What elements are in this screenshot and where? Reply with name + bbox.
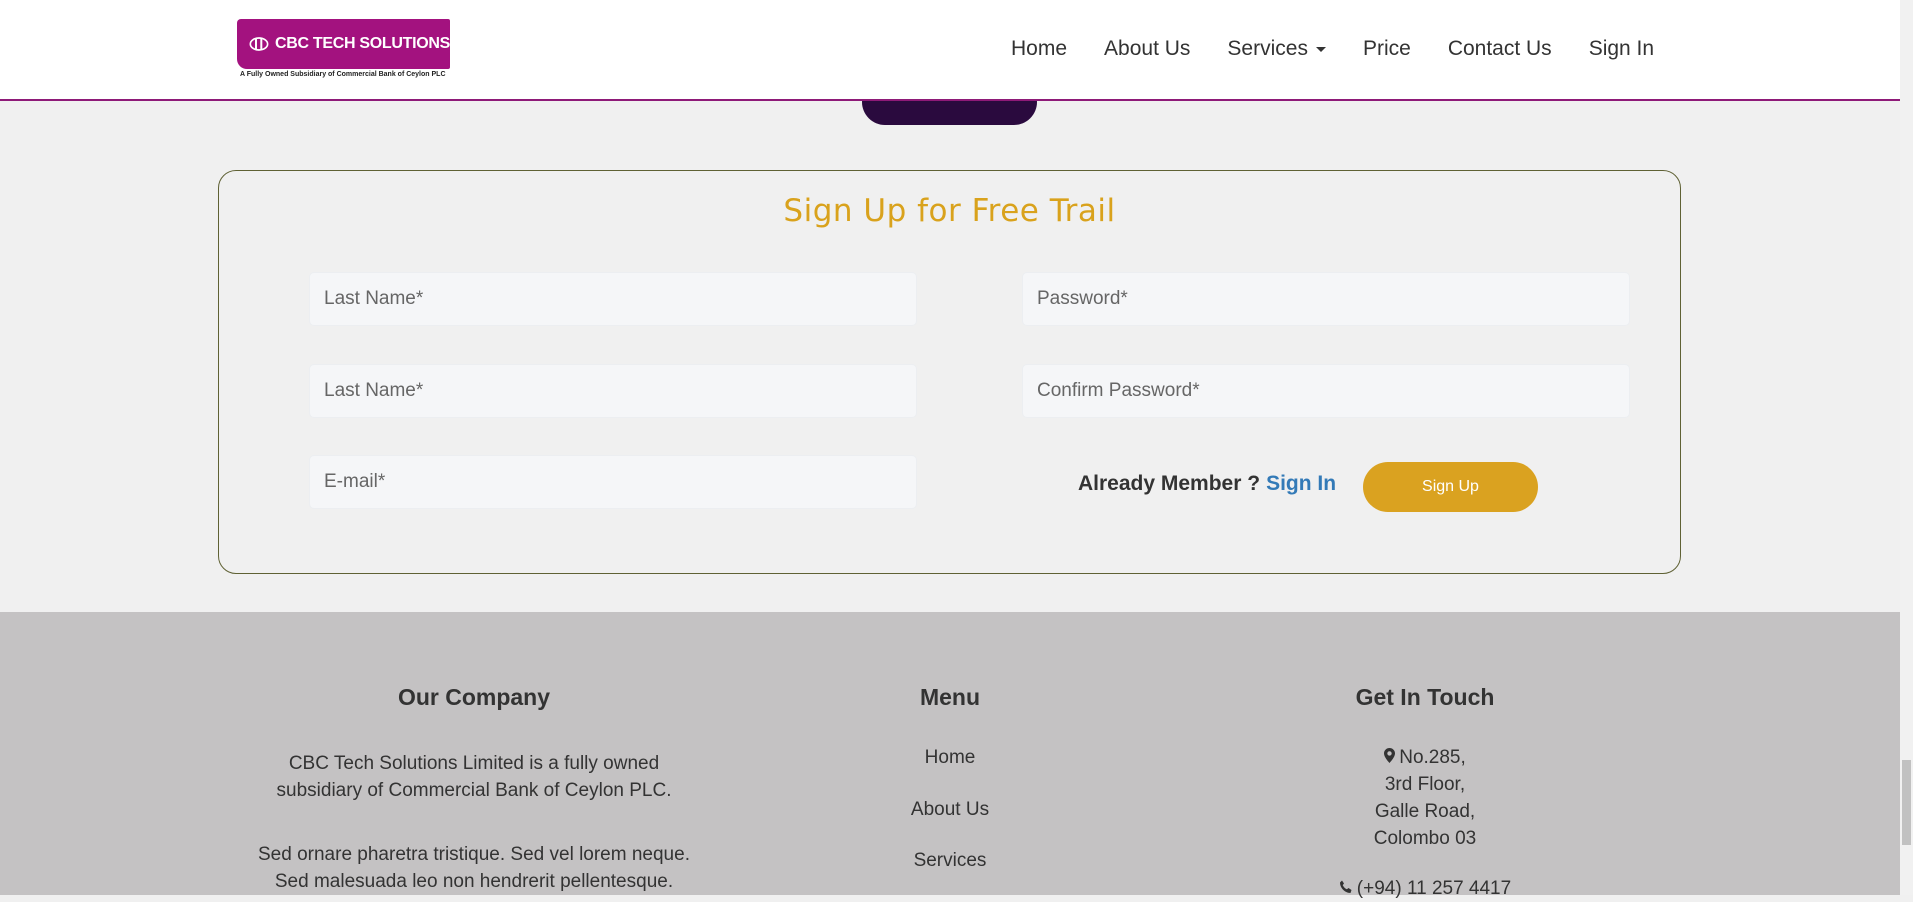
logo-mark-icon bbox=[249, 37, 269, 51]
footer-menu-heading: Menu bbox=[919, 684, 981, 710]
company-lorem-line2: Sed malesuada leo non hendrerit pellente… bbox=[274, 871, 674, 892]
logo-badge: CBC TECH SOLUTIONS bbox=[237, 19, 450, 69]
footer-menu-services[interactable]: Services bbox=[850, 850, 1050, 872]
nav-sign-in[interactable]: Sign In bbox=[1589, 37, 1654, 61]
logo-tagline: A Fully Owned Subsidiary of Commercial B… bbox=[240, 71, 446, 78]
last-name-field[interactable]: Last Name* bbox=[309, 364, 917, 418]
company-description-line2: subsidiary of Commercial Bank of Ceylon … bbox=[276, 780, 672, 801]
page-scrollbar[interactable] bbox=[1900, 0, 1913, 895]
first-name-field[interactable]: Last Name* bbox=[309, 272, 917, 326]
company-description-line1: CBC Tech Solutions Limited is a fully ow… bbox=[288, 753, 660, 774]
confirm-password-field[interactable]: Confirm Password* bbox=[1022, 364, 1630, 418]
brand-logo[interactable]: CBC TECH SOLUTIONS A Fully Owned Subsidi… bbox=[237, 19, 450, 83]
address-street-number: No.285, bbox=[1399, 747, 1466, 768]
footer: Our Company CBC Tech Solutions Limited i… bbox=[0, 612, 1900, 899]
email-field[interactable]: E-mail* bbox=[309, 455, 917, 509]
signup-title: Sign Up for Free Trail bbox=[783, 193, 1116, 229]
address-line3: Galle Road, bbox=[1374, 801, 1476, 822]
phone-line: (+94) 11 257 4417 bbox=[1275, 875, 1575, 902]
company-lorem-line1: Sed ornare pharetra tristique. Sed vel l… bbox=[258, 844, 690, 865]
map-marker-icon bbox=[1384, 744, 1396, 771]
address-line2: 3rd Floor, bbox=[1384, 774, 1466, 795]
main-nav: Home About Us Services Price Contact Us … bbox=[1011, 37, 1691, 61]
phone-icon bbox=[1339, 875, 1353, 902]
nav-services-dropdown[interactable]: Services bbox=[1227, 37, 1326, 61]
password-field[interactable]: Password* bbox=[1022, 272, 1630, 326]
sign-in-link[interactable]: Sign In bbox=[1266, 472, 1336, 495]
nav-contact-us[interactable]: Contact Us bbox=[1448, 37, 1552, 61]
caret-down-icon bbox=[1315, 46, 1326, 52]
signup-card: Sign Up for Free Trail Last Name* Last N… bbox=[218, 170, 1681, 574]
nav-home[interactable]: Home bbox=[1011, 37, 1067, 61]
address-line4: Colombo 03 bbox=[1373, 828, 1477, 849]
scrollbar-thumb[interactable] bbox=[1902, 760, 1911, 845]
sign-up-button[interactable]: Sign Up bbox=[1363, 462, 1538, 512]
footer-contact-heading: Get In Touch bbox=[1355, 684, 1495, 710]
footer-menu-about-us[interactable]: About Us bbox=[850, 799, 1050, 821]
logo-text: CBC TECH SOLUTIONS bbox=[274, 35, 450, 52]
footer-menu-home[interactable]: Home bbox=[850, 747, 1050, 769]
top-navbar: CBC TECH SOLUTIONS A Fully Owned Subsidi… bbox=[0, 0, 1900, 101]
nav-price[interactable]: Price bbox=[1363, 37, 1411, 61]
phone-number[interactable]: (+94) 11 257 4417 bbox=[1357, 878, 1511, 899]
already-member-text: Already Member ? Sign In bbox=[1078, 472, 1336, 496]
nav-services-label: Services bbox=[1227, 37, 1308, 60]
nav-about-us[interactable]: About Us bbox=[1104, 37, 1190, 61]
address-line1: No.285, bbox=[1275, 744, 1575, 771]
already-member-label: Already Member ? bbox=[1078, 472, 1261, 495]
footer-company-heading: Our Company bbox=[397, 684, 551, 710]
